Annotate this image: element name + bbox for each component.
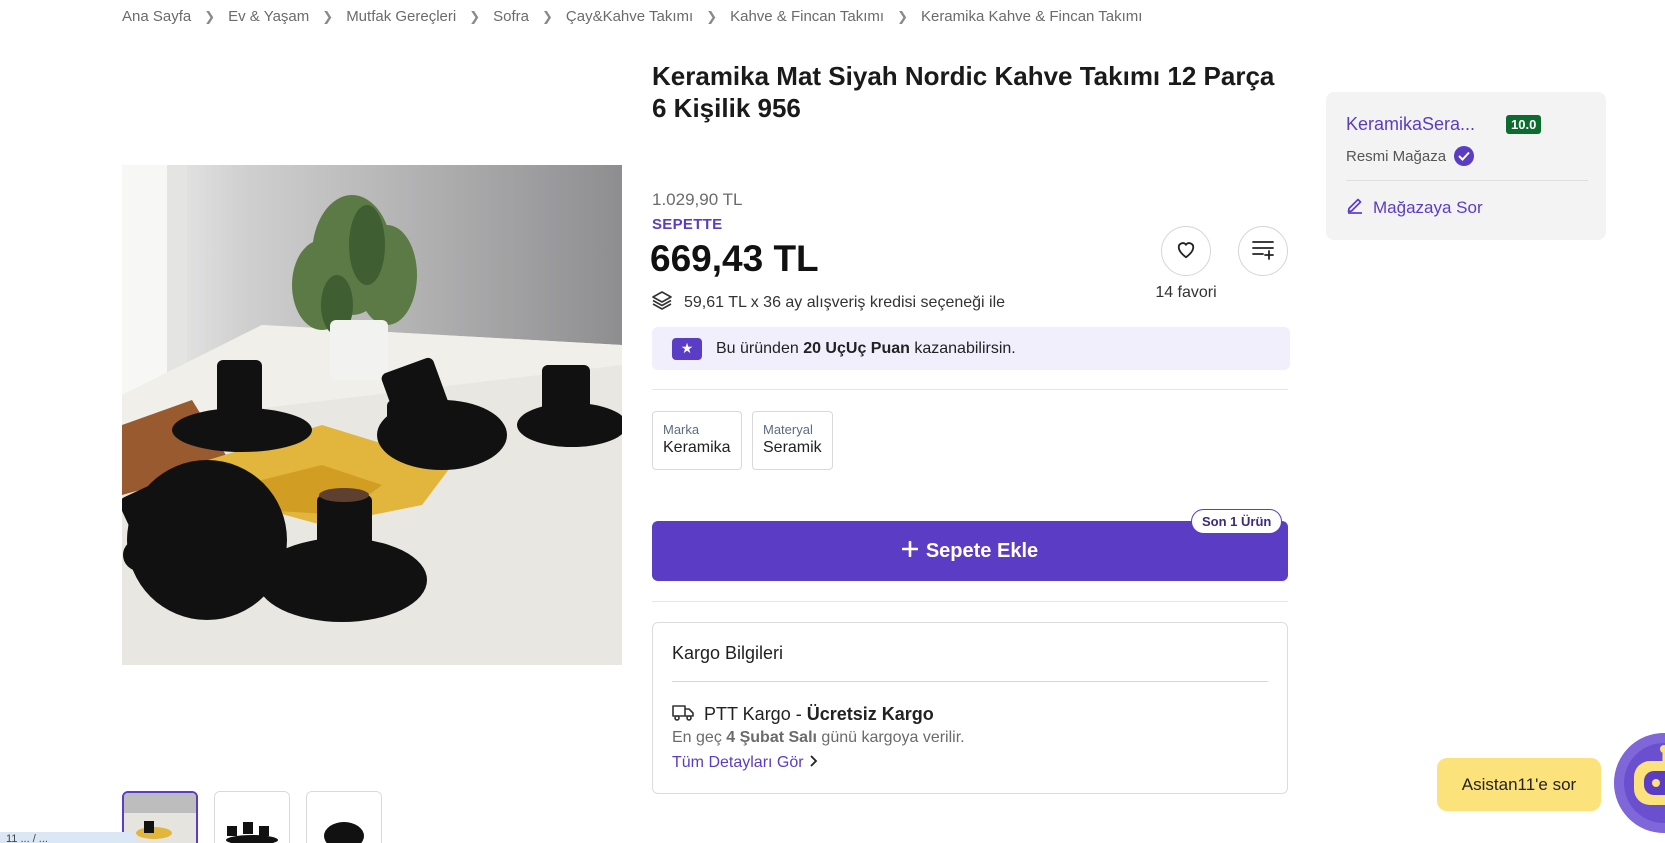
chevron-right-icon: ❯: [469, 8, 481, 24]
eta-prefix: En geç: [672, 729, 727, 746]
current-price: 669,43 TL: [650, 238, 819, 279]
product-title: Keramika Mat Siyah Nordic Kahve Takımı 1…: [652, 61, 1275, 123]
assistant-robot-icon[interactable]: [1614, 733, 1665, 833]
plus-icon: [901, 540, 919, 563]
seller-name[interactable]: KeramikaSera...: [1346, 114, 1486, 135]
credit-text: 59,61 TL x 36 ay alışveriş kredisi seçen…: [684, 293, 1006, 311]
cargo-details-link[interactable]: Tüm Detayları Gör: [672, 754, 818, 772]
assistant-bubble-tail: [1590, 800, 1602, 810]
official-store-label: Resmi Mağaza: [1346, 147, 1447, 165]
heart-icon: [1175, 239, 1197, 264]
free-shipping: Ücretsiz Kargo: [806, 704, 934, 724]
attribute-value: Keramika: [663, 439, 731, 456]
points-text: Bu üründen 20 UçUç Puan kazanabilirsin.: [716, 340, 1016, 358]
breadcrumb-home[interactable]: Ana Sayfa: [122, 8, 191, 25]
points-banner: ★ Bu üründen 20 UçUç Puan kazanabilirsin…: [652, 327, 1290, 370]
thumbnail-image: [215, 792, 289, 843]
chevron-right-icon: ❯: [204, 8, 216, 24]
breadcrumb-kahve-fincan[interactable]: Kahve & Fincan Takımı: [730, 8, 884, 25]
thumbnail-3[interactable]: [306, 791, 382, 843]
stock-badge: Son 1 Ürün: [1191, 509, 1283, 534]
carrier-name: PTT Kargo: [704, 704, 791, 724]
pencil-icon: [1346, 196, 1364, 219]
favorite-button[interactable]: [1161, 226, 1211, 276]
attribute-key: Marka: [663, 422, 700, 437]
verified-check-icon: [1454, 146, 1475, 166]
divider: [652, 389, 1288, 390]
ask-store-label: Mağazaya Sor: [1373, 197, 1483, 217]
details-label: Tüm Detayları Gör: [672, 754, 804, 771]
shipping-eta: En geç 4 Şubat Salı günü kargoya verilir…: [672, 729, 965, 747]
add-to-cart-button[interactable]: Sepete Ekle: [652, 521, 1288, 581]
breadcrumb-mutfak[interactable]: Mutfak Gereçleri: [346, 8, 456, 25]
eta-suffix: günü kargoya verilir.: [816, 729, 965, 746]
points-suffix: kazanabilirsin.: [909, 339, 1016, 357]
ask-store-button[interactable]: Mağazaya Sor: [1346, 196, 1483, 219]
seller-card: KeramikaSera... 10.0 Resmi Mağaza Mağaza…: [1326, 92, 1606, 240]
seller-score-badge: 10.0: [1506, 115, 1542, 134]
points-prefix: Bu üründen: [716, 339, 804, 357]
favorite-count: 14 favori: [1155, 284, 1217, 301]
carrier-dash: -: [790, 704, 807, 724]
chevron-right-icon: ❯: [897, 8, 908, 24]
breadcrumb: Ana Sayfa ❯ Ev & Yaşam ❯ Mutfak Gereçler…: [122, 8, 1142, 25]
star-icon: ★: [672, 337, 702, 360]
attribute-brand[interactable]: Marka Keramika: [652, 411, 742, 470]
layers-icon: [652, 290, 672, 315]
divider: [1346, 180, 1588, 181]
assistant-button[interactable]: Asistan11'e sor: [1437, 758, 1601, 811]
chevron-right-icon: ❯: [322, 8, 334, 24]
add-to-list-button[interactable]: [1238, 226, 1288, 276]
old-price: 1.029,90 TL: [652, 190, 743, 209]
breadcrumb-ev-yasam[interactable]: Ev & Yaşam: [228, 8, 309, 25]
points-amount: 20 UçUç Puan: [803, 339, 910, 357]
divider: [672, 681, 1268, 682]
eta-date: 4 Şubat Salı: [726, 729, 817, 746]
chevron-right-icon: ❯: [542, 8, 553, 24]
product-main-image[interactable]: [122, 165, 622, 665]
chevron-right-icon: [808, 754, 818, 772]
breadcrumb-cay-kahve[interactable]: Çay&Kahve Takımı: [566, 8, 693, 25]
product-photo: [122, 165, 622, 665]
shipping-carrier: PTT Kargo - Ücretsiz Kargo: [672, 703, 934, 726]
credit-option: 59,61 TL x 36 ay alışveriş kredisi seçen…: [652, 290, 1005, 315]
chevron-right-icon: ❯: [706, 8, 718, 24]
robot-icon: [1614, 733, 1665, 833]
thumbnail-strip: [122, 791, 382, 843]
cargo-title: Kargo Bilgileri: [672, 643, 784, 663]
breadcrumb-keramika[interactable]: Keramika Kahve & Fincan Takımı: [921, 8, 1142, 25]
breadcrumb-sofra[interactable]: Sofra: [493, 8, 529, 25]
attribute-material[interactable]: Materyal Seramik: [752, 411, 833, 470]
cargo-info-box: Kargo Bilgileri PTT Kargo - Ücretsiz Kar…: [652, 622, 1288, 794]
status-tag: 11 ... / ...: [0, 832, 136, 843]
basket-price-label: SEPETTE: [652, 216, 723, 233]
attribute-value: Seramik: [763, 439, 822, 456]
thumbnail-2[interactable]: [214, 791, 290, 843]
carrier-text: PTT Kargo - Ücretsiz Kargo: [704, 704, 934, 725]
official-store: Resmi Mağaza: [1346, 146, 1475, 166]
list-add-icon: [1251, 238, 1275, 265]
attribute-key: Materyal: [763, 422, 813, 437]
divider: [652, 601, 1288, 602]
truck-icon: [672, 703, 694, 726]
add-to-cart-label: Sepete Ekle: [925, 539, 1039, 562]
thumbnail-image: [307, 792, 381, 843]
assistant-label: Asistan11'e sor: [1461, 774, 1577, 794]
